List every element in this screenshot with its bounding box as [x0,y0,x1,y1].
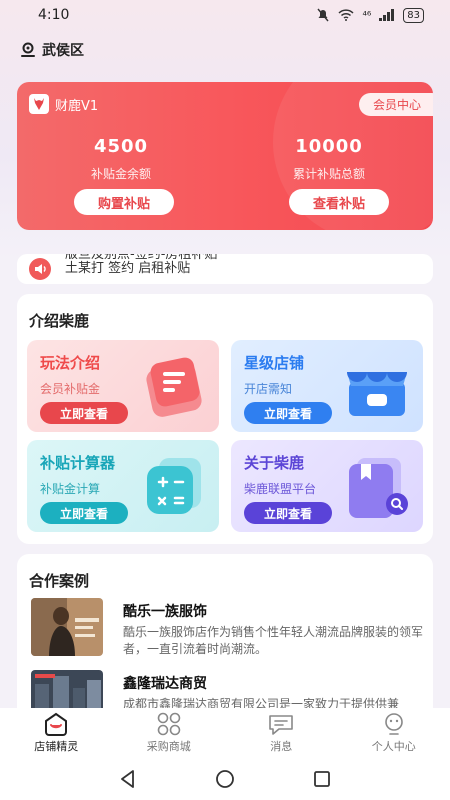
intro-title: 介绍柴鹿 [29,312,90,330]
subsidy-total: 10000 累计补贴总额 [225,136,433,182]
view-now-button[interactable]: 立即查看 [40,402,128,424]
home-icon[interactable] [214,768,236,790]
wifi-icon [338,9,354,21]
subsidy-balance-label: 补贴金余额 [90,167,151,181]
brand: 财鹿V1 [29,94,98,114]
book-search-icon [349,458,408,518]
tab-label: 个人中心 [371,740,416,753]
intro-section: 介绍柴鹿 玩法介绍 会员补贴金 立即查看 星级店铺 开店需知 立即查看 补贴计算… [17,294,433,544]
signal-label: ⁴⁶ [362,8,372,22]
subsidy-total-label: 累计补贴总额 [292,167,365,181]
feature-card-about[interactable]: 关于柴鹿 柴鹿联盟平台 立即查看 [231,440,423,532]
message-icon [269,715,294,735]
status-time: 4:10 [38,7,70,23]
recents-icon[interactable] [311,768,333,790]
notice-line-2: 土某打 签约 启租补贴 [65,261,191,276]
bottom-tab-bar: 店铺精灵 采购商城 消息 个人中心 [0,708,450,758]
feature-subtitle: 开店需知 [244,382,293,396]
status-icons: ⁴⁶ 83 [316,7,424,23]
back-icon[interactable] [117,768,139,790]
notice-text: 版旦及别点-签约-房租补贴 土某打 签约 启租补贴 [65,254,217,284]
list-item[interactable]: 酷乐一族服饰 酷乐一族服饰店作为销售个性年轻人潮流品牌服装的领军者，一直引流着时… [31,598,423,668]
location-pin-icon [21,42,35,57]
feature-title: 玩法介绍 [40,354,101,372]
tab-purchase-mall[interactable]: 采购商城 [113,708,226,758]
mute-icon [317,8,329,22]
feature-card-calculator[interactable]: 补贴计算器 补贴金计算 立即查看 [27,440,219,532]
feature-title: 补贴计算器 [40,454,116,472]
tab-label: 消息 [270,740,293,753]
calculator-icon [147,458,201,514]
cases-title: 合作案例 [29,572,90,590]
storefront-icon [347,372,407,416]
location-name: 武侯区 [42,43,84,59]
view-now-button[interactable]: 立即查看 [244,402,332,424]
feature-subtitle: 补贴金计算 [40,482,101,496]
status-bar: 4:10 ⁴⁶ 83 [0,0,450,30]
document-icon [146,357,202,417]
shop-icon [45,712,68,736]
deer-logo-icon [29,94,49,114]
subsidy-balance: 4500 补贴金余额 [17,136,225,182]
feature-subtitle: 会员补贴金 [40,382,101,396]
member-card: 财鹿V1 会员中心 4500 补贴金余额 10000 累计补贴总额 购置补贴 查… [17,82,433,230]
subsidy-total-value: 10000 [295,136,363,157]
feature-subtitle: 柴鹿联盟平台 [244,482,317,496]
view-now-button[interactable]: 立即查看 [40,502,128,524]
buy-subsidy-button[interactable]: 购置补贴 [74,189,174,215]
case-name: 酷乐一族服饰 [123,604,207,620]
location-selector[interactable]: 武侯区 [20,40,84,60]
feature-title: 星级店铺 [244,354,305,372]
signal-icon [379,9,395,21]
tab-messages[interactable]: 消息 [225,708,338,758]
vip-center-button[interactable]: 会员中心 [358,93,433,116]
case-description: 酷乐一族服饰店作为销售个性年轻人潮流品牌服装的领军者，一直引流着时尚潮流。 [123,625,424,656]
speaker-icon [29,258,51,280]
brand-name: 财鹿V1 [55,98,99,114]
view-subsidy-button[interactable]: 查看补贴 [289,189,389,215]
feature-title: 关于柴鹿 [244,454,305,472]
subsidy-balance-value: 4500 [93,136,149,157]
case-name: 鑫隆瑞达商贸 [123,676,207,692]
grid-icon [157,712,181,736]
tab-label: 采购商城 [146,740,191,753]
battery-icon: 83 [403,7,424,23]
notice-bar[interactable]: 版旦及别点-签约-房租补贴 土某打 签约 启租补贴 [17,254,433,284]
person-icon [384,713,403,735]
system-navigation-bar [0,758,450,800]
view-now-button[interactable]: 立即查看 [244,502,332,524]
tab-profile[interactable]: 个人中心 [338,708,450,758]
feature-card-gameplay[interactable]: 玩法介绍 会员补贴金 立即查看 [27,340,219,432]
cases-section: 合作案例 酷乐一族服饰 酷乐一族服饰店作为销售个性年轻人潮流品牌服装的领军者，一… [17,554,433,714]
case-thumbnail [31,598,103,656]
tab-label: 店铺精灵 [34,740,79,753]
feature-card-star-shop[interactable]: 星级店铺 开店需知 立即查看 [231,340,423,432]
tab-shop-assistant[interactable]: 店铺精灵 [0,708,113,758]
